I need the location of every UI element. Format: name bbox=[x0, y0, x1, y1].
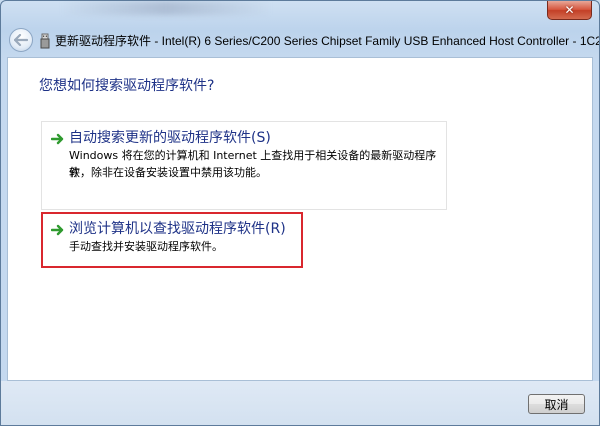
content-panel: 您想如何搜索驱动程序软件? 自动搜索更新的驱动程序软件(S) Windows 将… bbox=[7, 57, 593, 381]
green-arrow-icon bbox=[51, 224, 64, 236]
dialog-footer: 取消 bbox=[1, 381, 599, 425]
option-auto-search-title: 自动搜索更新的驱动程序软件(S) bbox=[69, 130, 271, 146]
usb-device-icon bbox=[40, 33, 50, 49]
dialog-header: 更新驱动程序软件 - Intel(R) 6 Series/C200 Series… bbox=[1, 25, 599, 57]
option-browse-desc: 手动查找并安装驱动程序软件。 bbox=[69, 240, 223, 253]
back-button[interactable] bbox=[9, 28, 33, 52]
option-browse-title: 浏览计算机以查找驱动程序软件(R) bbox=[69, 221, 286, 237]
page-question: 您想如何搜索驱动程序软件? bbox=[39, 78, 215, 94]
title-bar-glass bbox=[61, 1, 271, 15]
option-browse-computer[interactable]: 浏览计算机以查找驱动程序软件(R) 手动查找并安装驱动程序软件。 bbox=[41, 212, 303, 268]
window-title: 更新驱动程序软件 - Intel(R) 6 Series/C200 Series… bbox=[55, 34, 600, 48]
close-button[interactable]: ✕ bbox=[547, 1, 592, 20]
back-arrow-icon bbox=[14, 34, 28, 46]
dialog-window: ✕ 更新驱动程序软件 - Intel(R) 6 Series/C200 Seri… bbox=[0, 0, 600, 426]
green-arrow-icon bbox=[51, 133, 64, 145]
option-auto-search[interactable]: 自动搜索更新的驱动程序软件(S) Windows 将在您的计算机和 Intern… bbox=[41, 121, 447, 210]
cancel-button[interactable]: 取消 bbox=[528, 394, 585, 414]
option-auto-search-desc-2: 件，除非在设备安装设置中禁用该功能。 bbox=[69, 166, 267, 179]
close-icon: ✕ bbox=[564, 3, 575, 17]
